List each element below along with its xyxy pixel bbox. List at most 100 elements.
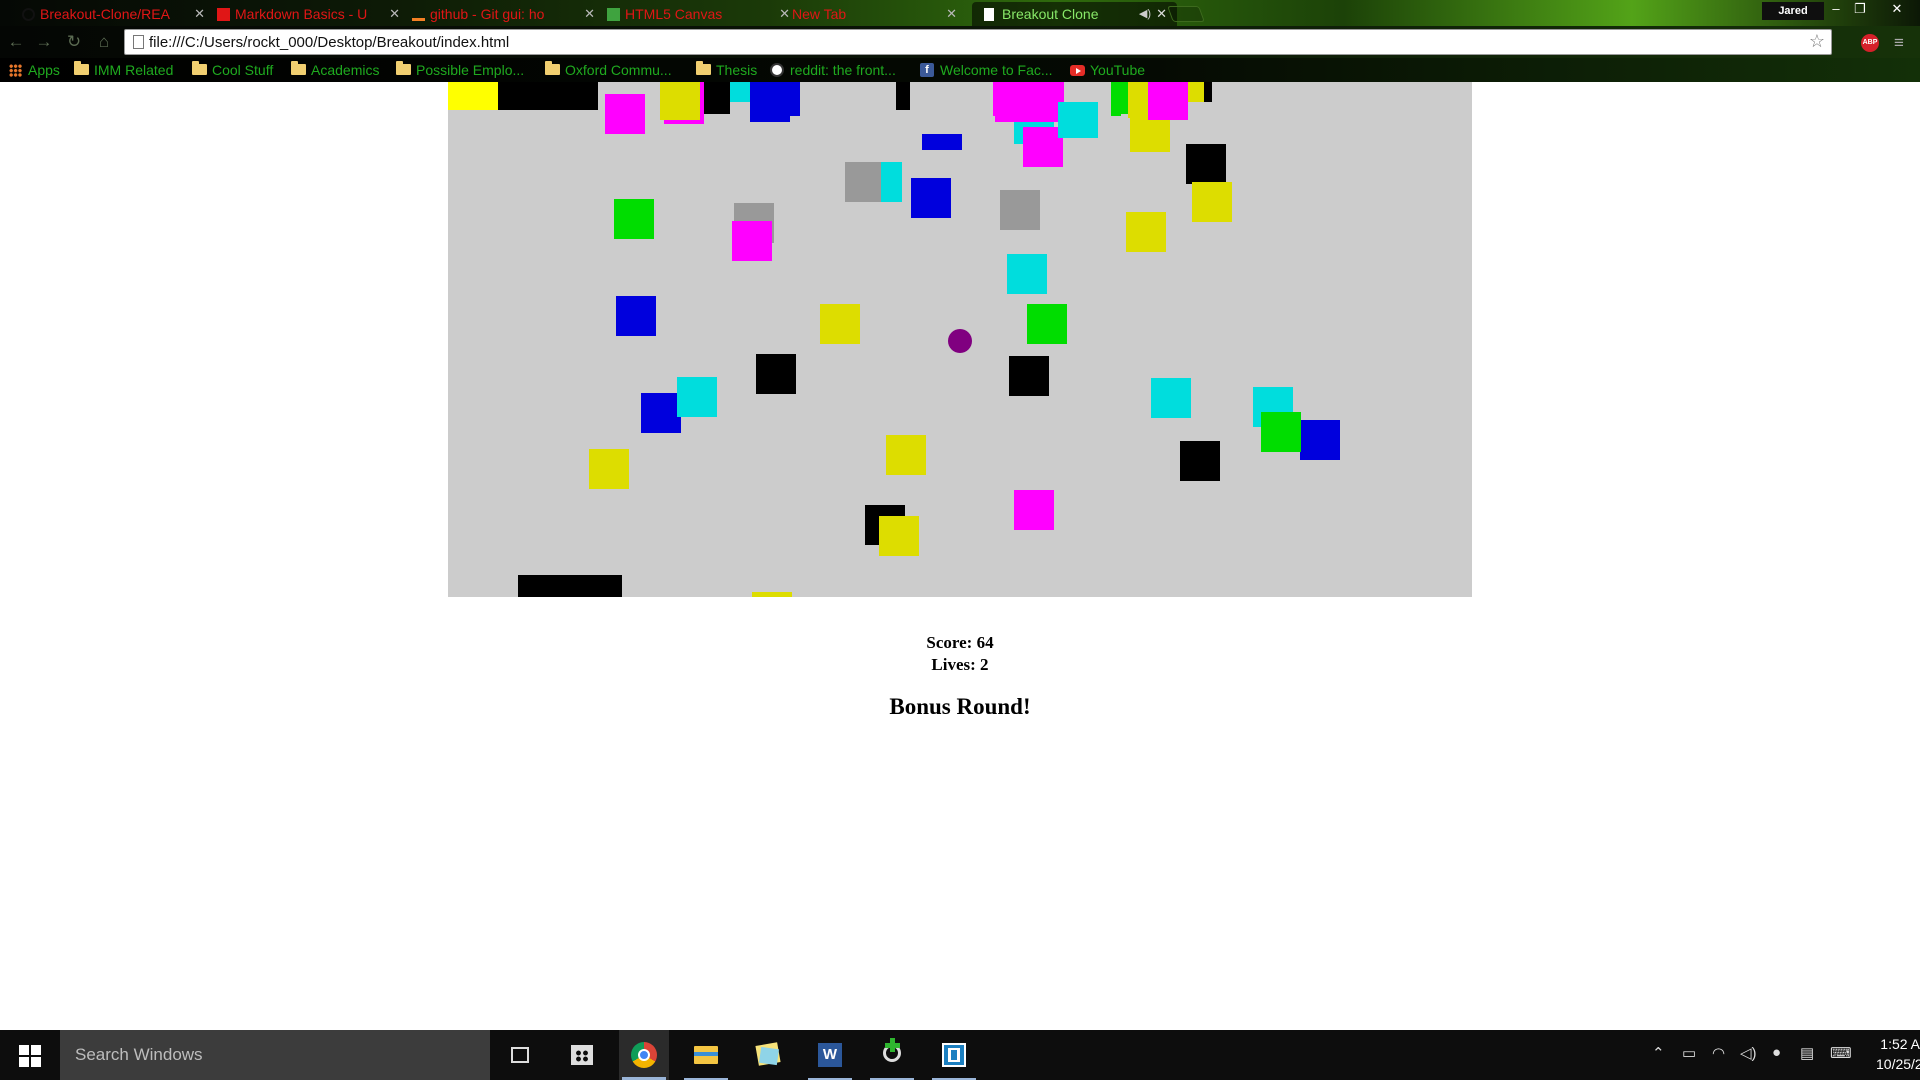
address-bar[interactable]: ☆ <box>124 29 1832 55</box>
wifi-icon[interactable]: ◠ <box>1712 1044 1725 1062</box>
brick <box>1014 490 1054 530</box>
bookmark-label: IMM Related <box>94 62 174 78</box>
game-canvas[interactable] <box>448 82 1472 597</box>
word-icon[interactable]: W <box>805 1030 855 1080</box>
brick <box>1126 212 1166 252</box>
bookmark-label: Welcome to Fac... <box>940 62 1053 78</box>
home-button[interactable]: ⌂ <box>94 32 114 52</box>
taskbar-search-box[interactable]: Search Windows <box>60 1030 490 1080</box>
brick <box>1300 420 1340 460</box>
forward-button[interactable]: → <box>34 32 54 52</box>
keyboard-icon[interactable]: ⌨ <box>1830 1044 1852 1062</box>
bookmark-imm-related[interactable]: IMM Related <box>74 61 173 79</box>
brick <box>911 178 951 218</box>
restore-button[interactable]: ❐ <box>1848 0 1872 18</box>
volume-icon[interactable]: ◁) <box>1740 1044 1757 1062</box>
brick <box>1180 441 1220 481</box>
brick <box>448 82 498 110</box>
tab-markdown-basics[interactable]: Markdown Basics - U ✕ <box>205 2 410 26</box>
brick <box>1148 82 1188 120</box>
chrome-icon[interactable] <box>619 1030 669 1080</box>
folder-icon <box>192 61 207 75</box>
url-input[interactable] <box>149 31 1789 53</box>
bookmark-reddit[interactable]: reddit: the front... <box>770 61 896 79</box>
bookmark-label: Academics <box>311 62 380 78</box>
brick <box>1027 304 1067 344</box>
browser-toolbar: ← → ↻ ⌂ ☆ <box>0 26 1920 58</box>
brick <box>1111 82 1121 116</box>
brick <box>641 393 681 433</box>
close-tab-icon[interactable]: ✕ <box>389 2 400 26</box>
brick <box>1000 190 1040 230</box>
bookmark-facebook[interactable]: f Welcome to Fac... <box>920 61 1053 79</box>
markdown-icon <box>217 8 230 21</box>
adblock-plus-icon[interactable]: ABP <box>1861 34 1879 52</box>
paddle <box>518 575 622 597</box>
page-icon <box>133 35 144 49</box>
brick <box>752 592 792 597</box>
folder-icon <box>74 61 89 75</box>
show-hidden-icons-icon[interactable]: ⌃ <box>1652 1044 1665 1062</box>
bookmark-star-icon[interactable]: ☆ <box>1809 31 1825 52</box>
brick <box>760 82 800 116</box>
tab-title: Markdown Basics - U <box>235 6 368 22</box>
brick <box>922 134 962 150</box>
task-view-icon[interactable] <box>495 1030 545 1080</box>
close-tab-icon[interactable]: ✕ <box>584 2 595 26</box>
brackets-icon[interactable] <box>929 1030 979 1080</box>
onedrive-icon[interactable]: ● <box>1772 1044 1781 1061</box>
speaker-icon[interactable]: ◀) <box>1139 2 1151 26</box>
windows-logo-icon <box>19 1057 29 1067</box>
profile-button[interactable]: Jared <box>1762 2 1824 20</box>
tab-breakout-repo[interactable]: Breakout-Clone/REA ✕ <box>10 2 215 26</box>
page-content: Score: 64 Lives: 2 Bonus Round! <box>0 82 1920 1030</box>
tab-git-gui[interactable]: github - Git gui: ho ✕ <box>400 2 605 26</box>
brick <box>614 199 654 239</box>
sticky-notes-icon[interactable] <box>743 1030 793 1080</box>
bookmark-oxford-community[interactable]: Oxford Commu... <box>545 61 672 79</box>
close-tab-icon[interactable]: ✕ <box>194 2 205 26</box>
bookmark-youtube[interactable]: YouTube <box>1070 61 1145 79</box>
tab-breakout-clone[interactable]: Breakout Clone ◀) ✕ <box>972 2 1177 26</box>
bookmark-possible-employers[interactable]: Possible Emplo... <box>396 61 524 79</box>
bookmark-academics[interactable]: Academics <box>291 61 379 79</box>
brick <box>1261 412 1301 452</box>
bookmark-label: reddit: the front... <box>790 62 896 78</box>
bookmark-cool-stuff[interactable]: Cool Stuff <box>192 61 273 79</box>
new-tab-button[interactable] <box>1167 6 1205 22</box>
greenshot-icon[interactable] <box>867 1030 917 1080</box>
html5-icon <box>607 8 620 21</box>
tab-new-tab[interactable]: New Tab ✕ <box>762 2 967 26</box>
close-tab-icon[interactable]: ✕ <box>946 2 957 26</box>
start-button[interactable] <box>0 1030 60 1080</box>
system-clock[interactable]: 1:52 A 10/25/2 <box>1876 1034 1920 1074</box>
brick <box>1007 254 1047 294</box>
windows-logo-icon <box>19 1045 29 1055</box>
store-icon[interactable] <box>557 1030 607 1080</box>
bookmarks-bar: Apps IMM Related Cool Stuff Academics Po… <box>0 58 1920 82</box>
action-center-icon[interactable]: ▤ <box>1800 1044 1814 1062</box>
bookmark-apps[interactable]: Apps <box>8 61 60 79</box>
menu-icon[interactable]: ≡ <box>1894 33 1904 53</box>
bonus-round-label: Bonus Round! <box>889 694 1031 719</box>
bookmark-label: Thesis <box>716 62 758 78</box>
close-window-button[interactable]: ✕ <box>1880 0 1914 18</box>
brick <box>1192 182 1232 222</box>
tab-title: Breakout Clone <box>1002 6 1099 22</box>
windows-logo-icon <box>31 1045 41 1055</box>
back-button[interactable]: ← <box>6 32 26 52</box>
brick <box>1186 144 1226 184</box>
folder-icon <box>396 61 411 75</box>
reload-button[interactable]: ↻ <box>64 32 84 52</box>
brick <box>605 94 645 134</box>
close-tab-icon[interactable]: ✕ <box>1156 2 1167 26</box>
file-explorer-icon[interactable] <box>681 1030 731 1080</box>
brick <box>677 377 717 417</box>
bookmark-thesis[interactable]: Thesis <box>696 61 757 79</box>
brick <box>879 516 919 556</box>
minimize-button[interactable]: – <box>1824 0 1848 18</box>
brick <box>1188 82 1204 102</box>
brick <box>1023 127 1063 167</box>
brick <box>704 82 730 114</box>
battery-icon[interactable]: ▭ <box>1682 1044 1696 1062</box>
